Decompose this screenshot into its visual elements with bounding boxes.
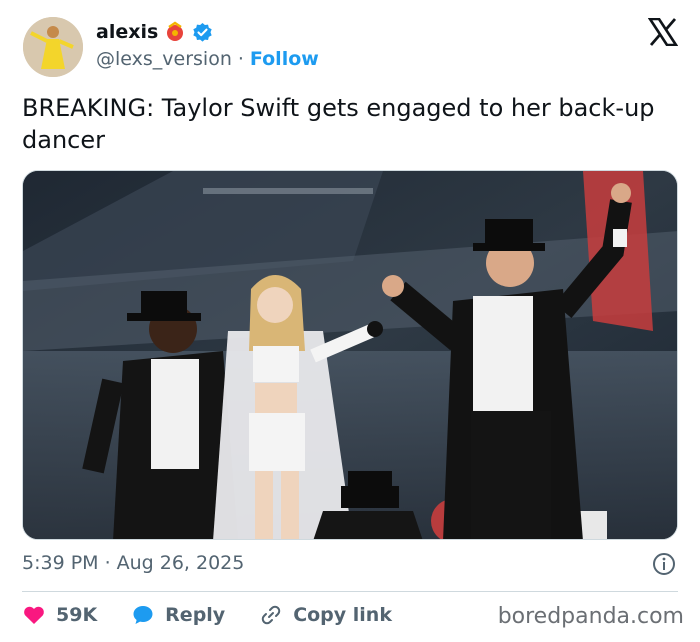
handle-row: @lexs_version · Follow [96, 48, 319, 70]
copy-link-label: Copy link [293, 604, 392, 626]
handle-separator: · [237, 48, 244, 70]
like-count: 59K [56, 604, 98, 626]
action-bar: 59K Reply Copy link [22, 600, 426, 630]
like-button[interactable]: 59K [22, 603, 97, 627]
timestamp[interactable]: 5:39 PM · Aug 26, 2025 [22, 552, 244, 574]
user-handle[interactable]: @lexs_version [96, 48, 232, 70]
link-icon [259, 603, 283, 627]
reply-label: Reply [165, 604, 226, 626]
timestamp-separator: · [104, 552, 111, 574]
follow-button[interactable]: Follow [250, 48, 319, 70]
x-logo-icon[interactable] [647, 17, 679, 47]
verified-badge-icon [192, 22, 213, 43]
speech-bubble-icon [131, 603, 155, 627]
tweet-card: alexis @lexs_version · Follow BREAKING: … [0, 0, 700, 642]
tweet-date: Aug 26, 2025 [116, 552, 245, 574]
tweet-text: BREAKING: Taylor Swift gets engaged to h… [22, 94, 655, 154]
display-name[interactable]: alexis [96, 21, 158, 43]
user-name-row: alexis [96, 21, 213, 43]
watermark: boredpanda.com [497, 604, 684, 629]
divider [22, 591, 678, 592]
tweet-photo[interactable] [22, 170, 678, 540]
copy-link-button[interactable]: Copy link [259, 603, 392, 627]
tweet-time: 5:39 PM [22, 552, 99, 574]
clapper-emoji-icon [164, 21, 186, 43]
heart-icon [22, 603, 46, 627]
info-icon[interactable] [652, 552, 676, 576]
reply-button[interactable]: Reply [131, 603, 225, 627]
avatar[interactable] [23, 17, 83, 77]
